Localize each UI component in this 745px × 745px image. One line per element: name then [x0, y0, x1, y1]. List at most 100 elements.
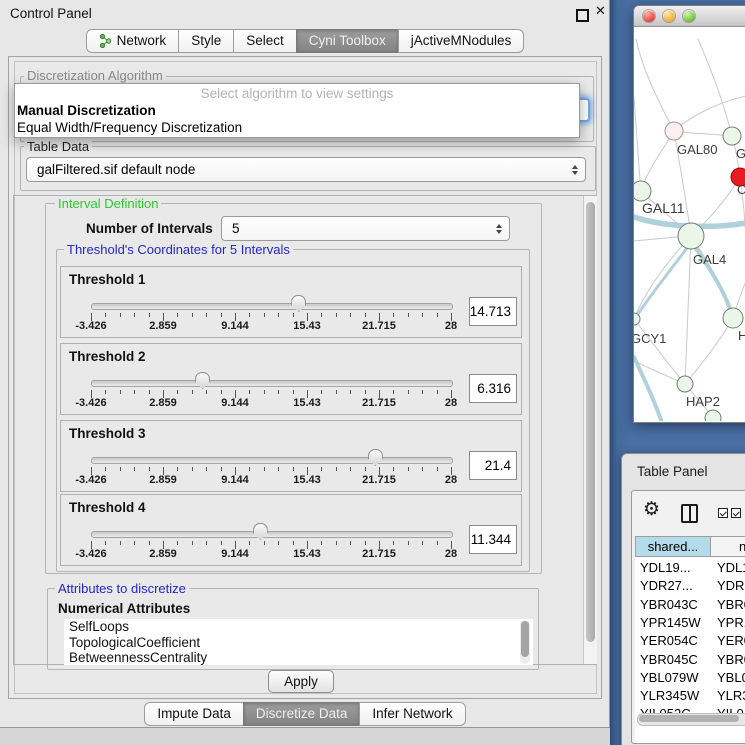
list-scrollbar-thumb[interactable]: [521, 621, 529, 657]
cell-name: YDR2: [717, 578, 745, 593]
tab-style[interactable]: Style: [178, 29, 234, 53]
table-row[interactable]: YER054C YER0: [635, 632, 745, 650]
cyni-bottom-tabbar: Impute DataDiscretize DataInfer Network: [0, 702, 610, 726]
dropdown-option-manual-discretization[interactable]: Manual Discretization: [17, 103, 156, 118]
tab-jactivemnodules[interactable]: jActiveMNodules: [398, 29, 525, 53]
scale-label: 15.43: [293, 397, 321, 409]
slider-track[interactable]: [91, 380, 453, 387]
vertical-scrollbar[interactable]: [583, 196, 597, 664]
threshold-value-field[interactable]: 11.344: [469, 525, 517, 554]
attribute-list-item[interactable]: TopologicalCoefficient: [64, 635, 533, 651]
list-scrollbar[interactable]: [520, 620, 530, 664]
network-node-label: HAP2: [686, 394, 720, 409]
close-traffic-light-icon[interactable]: [643, 10, 655, 22]
checkbox-checked-icon[interactable]: [718, 508, 728, 518]
interval-definition-group-title: Interval Definition: [55, 196, 161, 211]
threshold-value-field[interactable]: 21.4: [469, 451, 517, 480]
network-view-window: GAL80GACGAL11GAL4GCY1HHAP2: [633, 5, 745, 423]
network-node-green[interactable]: [634, 181, 651, 201]
attribute-list-item[interactable]: BetweennessCentrality: [64, 650, 533, 665]
table-row[interactable]: YLR345WYLR3: [635, 687, 745, 705]
vertical-scrollbar-thumb[interactable]: [586, 202, 595, 642]
control-panel-tabbar: NetworkStyle Select Cyni ToolboxjActiveMNo…: [0, 29, 610, 53]
gear-icon[interactable]: ⚙: [643, 500, 660, 519]
scale-label: 2.859: [149, 397, 177, 409]
threshold-value-field[interactable]: 6.316: [469, 374, 517, 403]
numerical-attributes-label: Numerical Attributes: [58, 601, 190, 616]
cell-shared-name: YBR045C: [640, 652, 710, 667]
horizontal-scrollbar-thumb[interactable]: [639, 715, 739, 722]
slider-ticks: [91, 390, 451, 399]
network-node-green[interactable]: [705, 410, 721, 421]
column-header-shared[interactable]: shared...: [636, 537, 711, 556]
threshold-4-panel: Threshold 4-3.4262.8599.14415.4321.71528…: [60, 494, 522, 566]
table-row[interactable]: YDL19...YDL1: [635, 559, 745, 577]
table-panel-window: Table Panel ⚙ shared... n YDL19...YDL1YD…: [621, 453, 745, 745]
tab-discretize-data[interactable]: Discretize Data: [243, 702, 361, 726]
tab-select[interactable]: Select: [233, 29, 297, 53]
tab-infer-network[interactable]: Infer Network: [359, 702, 465, 726]
dropdown-option-equal-width-frequency[interactable]: Equal Width/Frequency Discretization: [17, 120, 242, 135]
table-panel-content: ⚙ shared... n YDL19...YDL1YDR27...YDR2YB…: [631, 490, 745, 744]
scale-label: -3.426: [75, 397, 106, 409]
network-edge: [634, 97, 641, 191]
network-edge: [674, 96, 745, 131]
network-node-green[interactable]: [677, 376, 693, 392]
zoom-traffic-light-icon[interactable]: [683, 10, 695, 22]
minimize-traffic-light-icon[interactable]: [663, 10, 675, 22]
thresholds-group-title: Threshold's Coordinates for 5 Intervals: [64, 242, 293, 257]
numerical-attributes-list[interactable]: SelfLoopsTopologicalCoefficientBetweenne…: [64, 619, 533, 665]
table-row[interactable]: YBR043CYBR0: [635, 596, 745, 614]
horizontal-scrollbar[interactable]: [637, 713, 745, 726]
table-row[interactable]: YDR27...YDR2: [635, 577, 745, 595]
cell-name: YBR0: [717, 597, 745, 612]
cell-shared-name: YER054C: [640, 633, 710, 648]
attributes-group-title: Attributes to discretize: [55, 581, 189, 596]
attribute-list-item[interactable]: SelfLoops: [64, 619, 533, 635]
threshold-2-panel: Threshold 2-3.4262.8599.14415.4321.71528…: [60, 343, 522, 415]
table-row[interactable]: YBL079WYBL0: [635, 669, 745, 687]
threshold-1-panel: Threshold 1-3.4262.8599.14415.4321.71528…: [60, 266, 522, 338]
scale-label: 2.859: [149, 474, 177, 486]
split-columns-icon[interactable]: [681, 504, 698, 523]
network-edge: [685, 318, 733, 384]
tab-network[interactable]: Network: [86, 29, 180, 53]
table-data-combobox[interactable]: galFiltered.sif default node: [26, 157, 586, 182]
table-row[interactable]: YPR145WYPR1: [635, 614, 745, 632]
network-node-green[interactable]: [723, 308, 743, 328]
column-header-name[interactable]: n: [711, 537, 745, 556]
slider-ticks: [91, 467, 451, 476]
network-node-label: GAL4: [693, 252, 726, 267]
slider-track[interactable]: [91, 457, 453, 464]
control-panel-title: Control Panel: [10, 6, 92, 21]
network-node-pink[interactable]: [665, 122, 683, 140]
close-icon[interactable]: ✕: [595, 3, 606, 19]
network-canvas[interactable]: GAL80GACGAL11GAL4GCY1HHAP2: [634, 27, 745, 421]
number-of-intervals-combobox[interactable]: 5: [221, 216, 510, 241]
threshold-value-field[interactable]: 14.713: [469, 297, 517, 326]
slider-track[interactable]: [91, 531, 453, 538]
slider-track[interactable]: [91, 303, 453, 310]
network-window-titlebar[interactable]: [634, 6, 745, 27]
cell-shared-name: YDL19...: [640, 560, 710, 575]
float-window-icon[interactable]: [576, 9, 589, 22]
tab-label: Select: [246, 33, 284, 48]
network-node-green[interactable]: [678, 223, 704, 249]
scale-label: -3.426: [75, 320, 106, 332]
scale-label: -3.426: [75, 474, 106, 486]
table-row[interactable]: YBR045C YBR0: [635, 651, 745, 669]
apply-button[interactable]: Apply: [268, 670, 334, 693]
cell-name: YER0: [717, 633, 745, 648]
network-node-green[interactable]: [723, 127, 741, 145]
node-table: shared... n YDL19...YDL1YDR27...YDR2YBR0…: [635, 536, 745, 743]
cell-shared-name: YBL079W: [640, 670, 710, 685]
scale-label: 28: [445, 548, 457, 560]
scale-label: 28: [445, 474, 457, 486]
table-panel-title: Table Panel: [637, 464, 708, 479]
cell-name: YBR0: [717, 652, 745, 667]
slider-ticks: [91, 541, 451, 550]
tab-impute-data[interactable]: Impute Data: [144, 702, 244, 726]
tab-cyni-toolbox[interactable]: Cyni Toolbox: [296, 29, 399, 53]
checkbox-checked-icon[interactable]: [731, 508, 741, 518]
threshold-label: Threshold 2: [69, 349, 146, 364]
